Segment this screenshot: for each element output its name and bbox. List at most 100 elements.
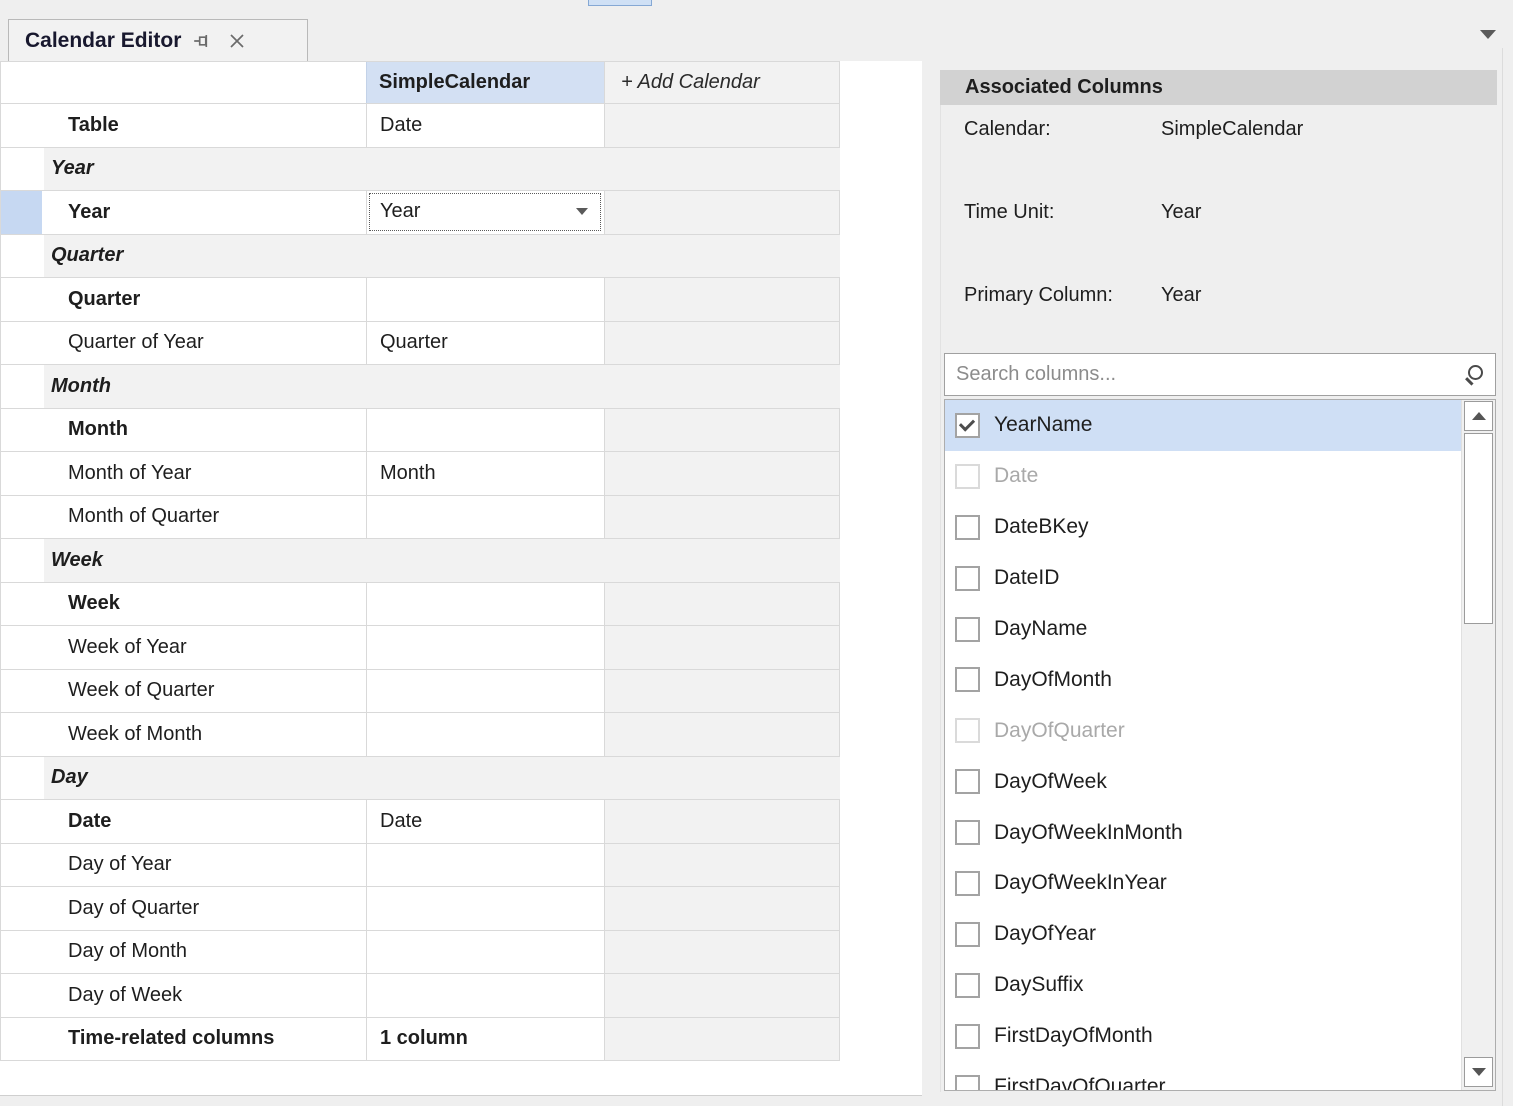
scrollbar-thumb[interactable] (1464, 433, 1493, 624)
row-header-time-related-columns[interactable]: Time-related columns (0, 1018, 366, 1061)
chevron-down-icon[interactable] (1480, 30, 1496, 39)
row-header-week[interactable]: Week (0, 583, 366, 626)
cell-month-of-quarter-add[interactable] (604, 496, 840, 539)
checkbox[interactable] (955, 1075, 980, 1091)
cell-table-value[interactable]: Date (366, 104, 604, 147)
column-item-dayofweekinmonth[interactable]: DayOfWeekInMonth (945, 807, 1462, 858)
year-dropdown[interactable]: Year (369, 193, 601, 231)
cell-day-of-month-value[interactable] (366, 931, 604, 974)
cell-year-value[interactable]: Year (366, 191, 604, 234)
column-item-dayofyear[interactable]: DayOfYear (945, 909, 1462, 960)
cell-week-of-year-value[interactable] (366, 626, 604, 669)
cell-month-value[interactable] (366, 409, 604, 452)
column-item-firstdayofquarter[interactable]: FirstDayOfQuarter (945, 1062, 1462, 1091)
cell-date-value[interactable]: Date (366, 800, 604, 843)
group-row-week: Week (0, 539, 840, 583)
checkbox (955, 464, 980, 489)
row-header-week-of-month[interactable]: Week of Month (0, 713, 366, 756)
column-item-date: Date (945, 451, 1462, 502)
row-header-day-of-month[interactable]: Day of Month (0, 931, 366, 974)
row-header-year[interactable]: Year (0, 191, 366, 234)
calendar-editor-window: Calendar Editor SimpleCalendar + Add Cal… (0, 0, 1513, 1106)
scroll-down-button[interactable] (1464, 1057, 1493, 1087)
column-item-dayofweek[interactable]: DayOfWeek (945, 756, 1462, 807)
cell-quarter-of-year-value[interactable]: Quarter (366, 322, 604, 365)
row-header-day-of-quarter[interactable]: Day of Quarter (0, 887, 366, 930)
column-item-dayofweekinyear[interactable]: DayOfWeekInYear (945, 858, 1462, 909)
checkbox[interactable] (955, 413, 980, 438)
column-item-daysuffix[interactable]: DaySuffix (945, 960, 1462, 1011)
row-header-month-of-quarter[interactable]: Month of Quarter (0, 496, 366, 539)
row-header-day-of-year[interactable]: Day of Year (0, 844, 366, 887)
cell-month-of-quarter-value[interactable] (366, 496, 604, 539)
checkbox[interactable] (955, 667, 980, 692)
tab-calendar-editor[interactable]: Calendar Editor (8, 19, 308, 61)
row-indent (0, 148, 44, 191)
info-value: SimpleCalendar (1161, 118, 1497, 141)
checkbox[interactable] (955, 820, 980, 845)
column-name: FirstDayOfMonth (994, 1024, 1153, 1048)
row-header-quarter-of-year[interactable]: Quarter of Year (0, 322, 366, 365)
cell-quarter-value[interactable] (366, 278, 604, 321)
cell-day-of-year-value[interactable] (366, 844, 604, 887)
column-name: DayOfYear (994, 922, 1096, 946)
cell-day-of-quarter-add[interactable] (604, 887, 840, 930)
cell-year-add[interactable] (604, 191, 840, 234)
column-item-dayname[interactable]: DayName (945, 604, 1462, 655)
checkbox[interactable] (955, 973, 980, 998)
column-item-dateid[interactable]: DateID (945, 553, 1462, 604)
row-header-day-of-week[interactable]: Day of Week (0, 974, 366, 1017)
row-header-month[interactable]: Month (0, 409, 366, 452)
cell-month-add[interactable] (604, 409, 840, 452)
cell-day-of-week-value[interactable] (366, 974, 604, 1017)
cell-time-related-columns-value[interactable]: 1 column (366, 1018, 604, 1061)
cell-day-of-quarter-value[interactable] (366, 887, 604, 930)
cell-week-of-quarter-add[interactable] (604, 670, 840, 713)
cell-day-of-month-add[interactable] (604, 931, 840, 974)
column-item-yearname[interactable]: YearName (945, 400, 1462, 451)
cell-quarter-of-year-add[interactable] (604, 322, 840, 365)
checkbox[interactable] (955, 769, 980, 794)
scroll-up-button[interactable] (1464, 401, 1493, 431)
cell-week-of-year-add[interactable] (604, 626, 840, 669)
checkbox[interactable] (955, 922, 980, 947)
cell-day-of-year-add[interactable] (604, 844, 840, 887)
close-icon[interactable] (225, 29, 249, 53)
search-input[interactable] (945, 362, 1463, 387)
column-item-datebkey[interactable]: DateBKey (945, 502, 1462, 553)
column-item-dayofmonth[interactable]: DayOfMonth (945, 654, 1462, 705)
cell-week-of-quarter-value[interactable] (366, 670, 604, 713)
info-label: Calendar: (964, 118, 1161, 141)
cell-week-value[interactable] (366, 583, 604, 626)
cell-month-of-year-add[interactable] (604, 452, 840, 495)
cell-date-add[interactable] (604, 800, 840, 843)
column-name: YearName (994, 413, 1092, 437)
scrollbar[interactable] (1461, 400, 1495, 1090)
calendar-column-header[interactable]: SimpleCalendar (366, 62, 604, 103)
cell-table-add[interactable] (604, 104, 840, 147)
checkbox[interactable] (955, 515, 980, 540)
row-header-week-of-quarter[interactable]: Week of Quarter (0, 670, 366, 713)
cell-day-of-week-add[interactable] (604, 974, 840, 1017)
magnifier-icon[interactable] (1463, 364, 1485, 386)
checkbox[interactable] (955, 1024, 980, 1049)
cell-quarter-add[interactable] (604, 278, 840, 321)
toolbar-button-clipped (588, 0, 652, 6)
cell-week-add[interactable] (604, 583, 840, 626)
grid-row-week: Week (0, 583, 840, 627)
add-calendar-button[interactable]: + Add Calendar (604, 62, 840, 103)
row-header-quarter[interactable]: Quarter (0, 278, 366, 321)
column-item-firstdayofmonth[interactable]: FirstDayOfMonth (945, 1011, 1462, 1062)
cell-week-of-month-value[interactable] (366, 713, 604, 756)
row-header-month-of-year[interactable]: Month of Year (0, 452, 366, 495)
row-header-date[interactable]: Date (0, 800, 366, 843)
checkbox[interactable] (955, 617, 980, 642)
row-header-table[interactable]: Table (0, 104, 366, 147)
cell-time-related-columns-add[interactable] (604, 1018, 840, 1061)
pin-icon[interactable] (191, 29, 215, 53)
checkbox[interactable] (955, 566, 980, 591)
row-header-week-of-year[interactable]: Week of Year (0, 626, 366, 669)
checkbox[interactable] (955, 871, 980, 896)
cell-month-of-year-value[interactable]: Month (366, 452, 604, 495)
cell-week-of-month-add[interactable] (604, 713, 840, 756)
